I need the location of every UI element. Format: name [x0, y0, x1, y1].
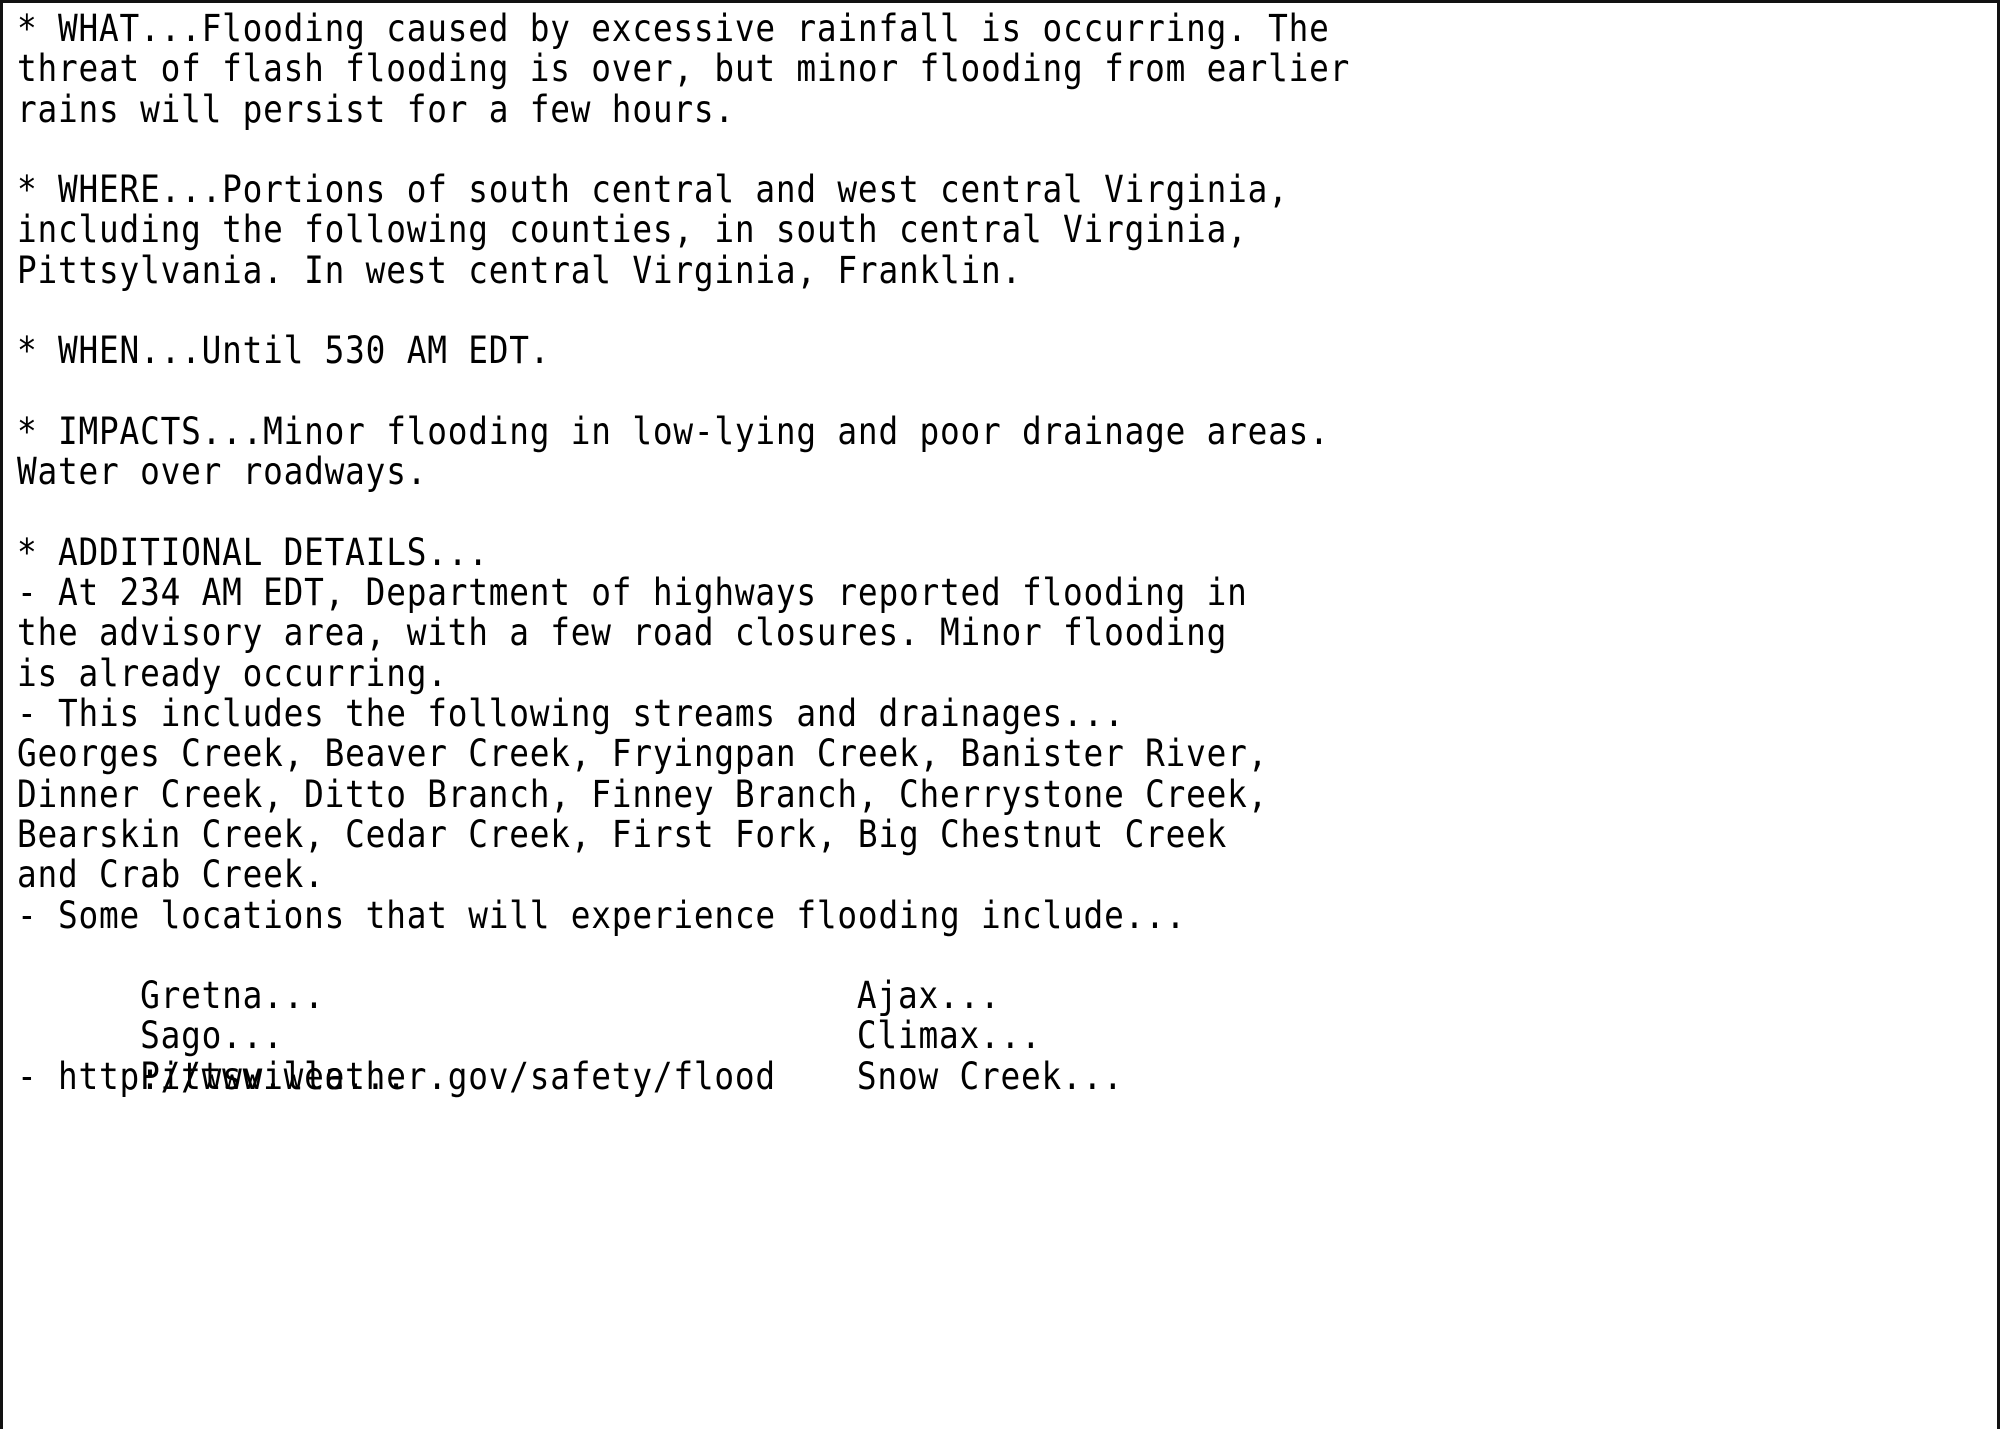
- spacer-after-where: [17, 291, 1765, 331]
- advisory-page: * WHAT...Flooding caused by excessive ra…: [0, 0, 2000, 1429]
- streams-line-4: and Crab Creek.: [17, 853, 325, 897]
- advisory-text-body: * WHAT...Flooding caused by excessive ra…: [17, 7, 1992, 1097]
- streams-line-3: Bearskin Creek, Cedar Creek, First Fork,…: [17, 812, 1228, 856]
- when-line-1: * WHEN...Until 530 AM EDT.: [17, 329, 551, 373]
- impacts-line-1: * IMPACTS...Minor flooding in low-lying …: [17, 409, 1330, 453]
- streams-line-1: Georges Creek, Beaver Creek, Fryingpan C…: [17, 732, 1269, 776]
- what-line-1: * WHAT...Flooding caused by excessive ra…: [17, 7, 1330, 50]
- where-line-1: * WHERE...Portions of south central and …: [17, 168, 1289, 212]
- streams-line-2: Dinner Creek, Ditto Branch, Finney Branc…: [17, 772, 1269, 816]
- what-line-2: threat of flash flooding is over, but mi…: [17, 47, 1351, 91]
- additional-details-heading: * ADDITIONAL DETAILS...: [17, 530, 489, 574]
- spacer-after-when: [17, 372, 1765, 412]
- impacts-line-2: Water over roadways.: [17, 450, 428, 494]
- additional-details-line-1: - At 234 AM EDT, Department of highways …: [17, 571, 1248, 615]
- flood-safety-link-line[interactable]: - http://www.weather.gov/safety/flood: [17, 1056, 1765, 1097]
- streams-intro-line: - This includes the following streams an…: [17, 692, 1125, 736]
- spacer-after-what: [17, 130, 1765, 170]
- what-line-3: rains will persist for a few hours.: [17, 87, 735, 131]
- locations-intro-line: - Some locations that will experience fl…: [17, 893, 1187, 937]
- where-line-3: Pittsylvania. In west central Virginia, …: [17, 248, 1023, 292]
- where-line-2: including the following counties, in sou…: [17, 208, 1248, 252]
- location-row: Pittsville... Snow Creek...: [17, 1016, 1765, 1097]
- location-row: Sago... Climax...: [17, 976, 1765, 1057]
- additional-details-line-2: the advisory area, with a few road closu…: [17, 611, 1228, 655]
- additional-details-line-3: is already occurring.: [17, 651, 448, 695]
- location-row: Gretna... Ajax...: [17, 936, 1765, 1016]
- spacer-after-impacts: [17, 493, 1765, 533]
